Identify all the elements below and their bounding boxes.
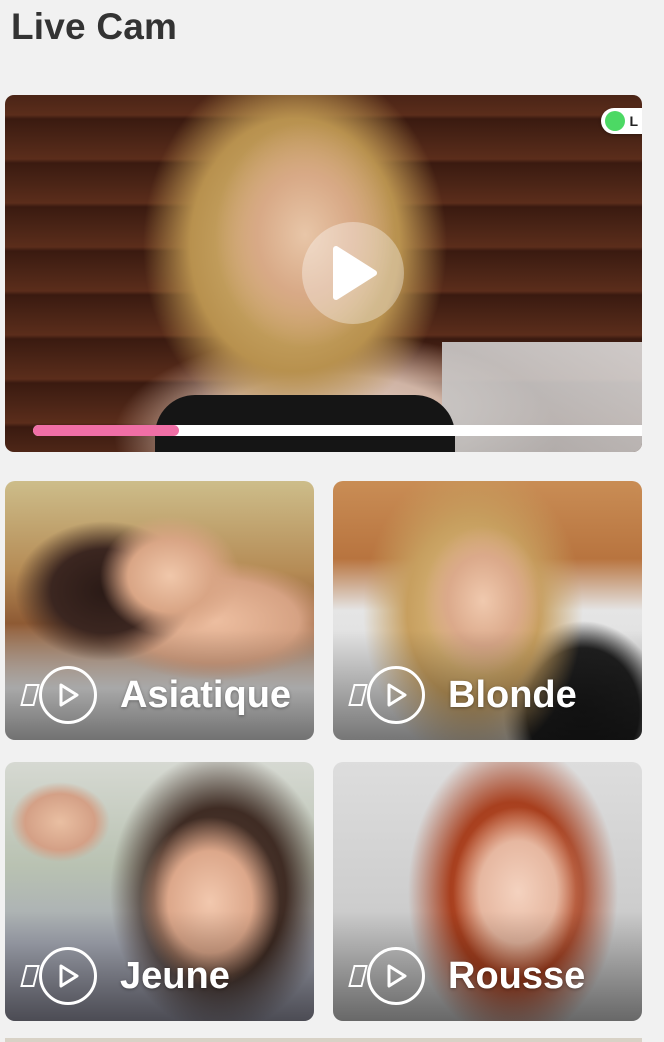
category-label: Asiatique	[120, 673, 292, 716]
video-thumbnail-figure	[155, 395, 455, 452]
category-card-asiatique[interactable]: Asiatique	[5, 481, 314, 740]
category-label: Jeune	[120, 954, 230, 997]
play-button[interactable]	[302, 222, 404, 324]
play-circle-icon	[39, 666, 97, 724]
page-title: Live Cam	[11, 6, 178, 47]
category-label: Blonde	[448, 673, 577, 716]
next-row-preview	[5, 1038, 642, 1042]
play-icon	[333, 246, 377, 300]
missing-glyph-icon	[20, 965, 40, 987]
live-badge: L	[601, 108, 642, 134]
play-circle-icon	[39, 947, 97, 1005]
play-circle-icon	[367, 666, 425, 724]
play-circle-icon	[367, 947, 425, 1005]
missing-glyph-icon	[348, 965, 368, 987]
category-card-blonde[interactable]: Blonde	[333, 481, 642, 740]
video-progress-bar[interactable]	[33, 425, 642, 436]
category-label: Rousse	[448, 954, 586, 997]
live-indicator-icon	[605, 111, 626, 131]
card-caption: Blonde	[348, 666, 577, 724]
video-progress-fill	[33, 425, 180, 436]
category-card-jeune[interactable]: Jeune	[5, 762, 314, 1021]
category-card-rousse[interactable]: Rousse	[333, 762, 642, 1021]
missing-glyph-icon	[348, 684, 368, 706]
card-caption: Asiatique	[20, 666, 292, 724]
card-caption: Jeune	[20, 947, 230, 1005]
missing-glyph-icon	[20, 684, 40, 706]
card-caption: Rousse	[348, 947, 586, 1005]
live-badge-label: L	[629, 113, 638, 129]
featured-video[interactable]: L	[5, 95, 642, 452]
